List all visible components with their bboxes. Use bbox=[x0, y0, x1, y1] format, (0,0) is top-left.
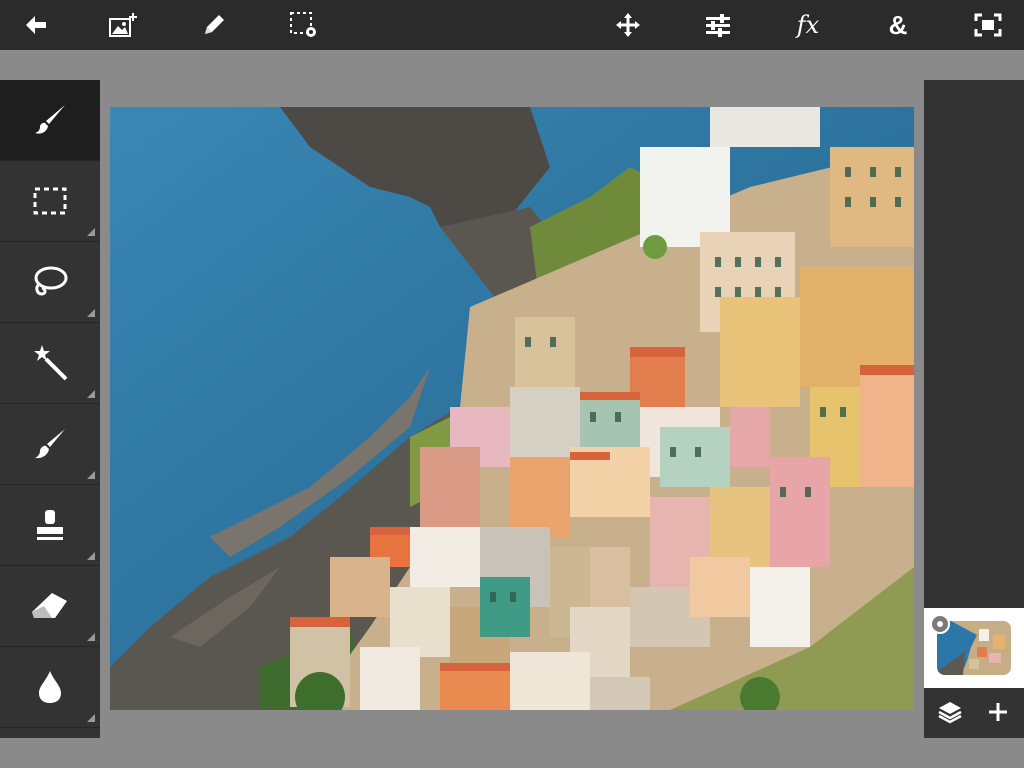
eraser-tool[interactable] bbox=[0, 566, 100, 647]
move-icon[interactable] bbox=[608, 5, 648, 45]
more-tools-indicator bbox=[87, 390, 95, 398]
layers-icon[interactable] bbox=[926, 692, 974, 732]
marquee-icon bbox=[33, 187, 67, 215]
fx-label: fx bbox=[796, 11, 820, 39]
brush-tool[interactable] bbox=[0, 80, 100, 161]
fit-screen-icon[interactable] bbox=[968, 5, 1008, 45]
more-tools-indicator bbox=[87, 714, 95, 722]
add-image-icon[interactable] bbox=[104, 5, 144, 45]
more-tools-indicator bbox=[87, 309, 95, 317]
blur-tool[interactable] bbox=[0, 647, 100, 728]
magic-wand-icon bbox=[34, 345, 68, 381]
lasso-icon bbox=[34, 266, 68, 296]
more-tools-indicator bbox=[87, 471, 95, 479]
lasso-tool[interactable] bbox=[0, 242, 100, 323]
coastal-village-photo bbox=[110, 107, 914, 710]
image-canvas[interactable] bbox=[110, 107, 914, 710]
blend-label: & bbox=[888, 10, 908, 40]
tool-panel bbox=[0, 80, 100, 738]
eraser-icon bbox=[32, 593, 67, 618]
layer-item[interactable] bbox=[924, 608, 1024, 688]
layers-panel bbox=[924, 80, 1024, 738]
magic-wand-tool[interactable] bbox=[0, 323, 100, 404]
top-toolbar: fx & bbox=[0, 0, 1024, 50]
fx-icon[interactable]: fx bbox=[788, 5, 828, 45]
brush-icon bbox=[35, 105, 65, 134]
blend-icon[interactable]: & bbox=[878, 5, 918, 45]
back-arrow-icon[interactable] bbox=[16, 5, 56, 45]
photo-editor-app: fx & bbox=[0, 0, 1024, 768]
stamp-icon bbox=[37, 510, 63, 540]
paint-brush-tool[interactable] bbox=[0, 404, 100, 485]
more-tools-indicator bbox=[87, 552, 95, 560]
rectangle-select-tool[interactable] bbox=[0, 161, 100, 242]
more-tools-indicator bbox=[87, 228, 95, 236]
pencil-icon[interactable] bbox=[194, 5, 234, 45]
adjustments-icon[interactable] bbox=[698, 5, 738, 45]
selection-settings-icon[interactable] bbox=[284, 5, 324, 45]
paintbrush-icon bbox=[35, 429, 65, 459]
more-tools-indicator bbox=[87, 633, 95, 641]
clone-stamp-tool[interactable] bbox=[0, 485, 100, 566]
plus-icon[interactable] bbox=[974, 692, 1022, 732]
drop-icon bbox=[39, 671, 61, 703]
layer-visibility-icon[interactable] bbox=[930, 614, 950, 634]
